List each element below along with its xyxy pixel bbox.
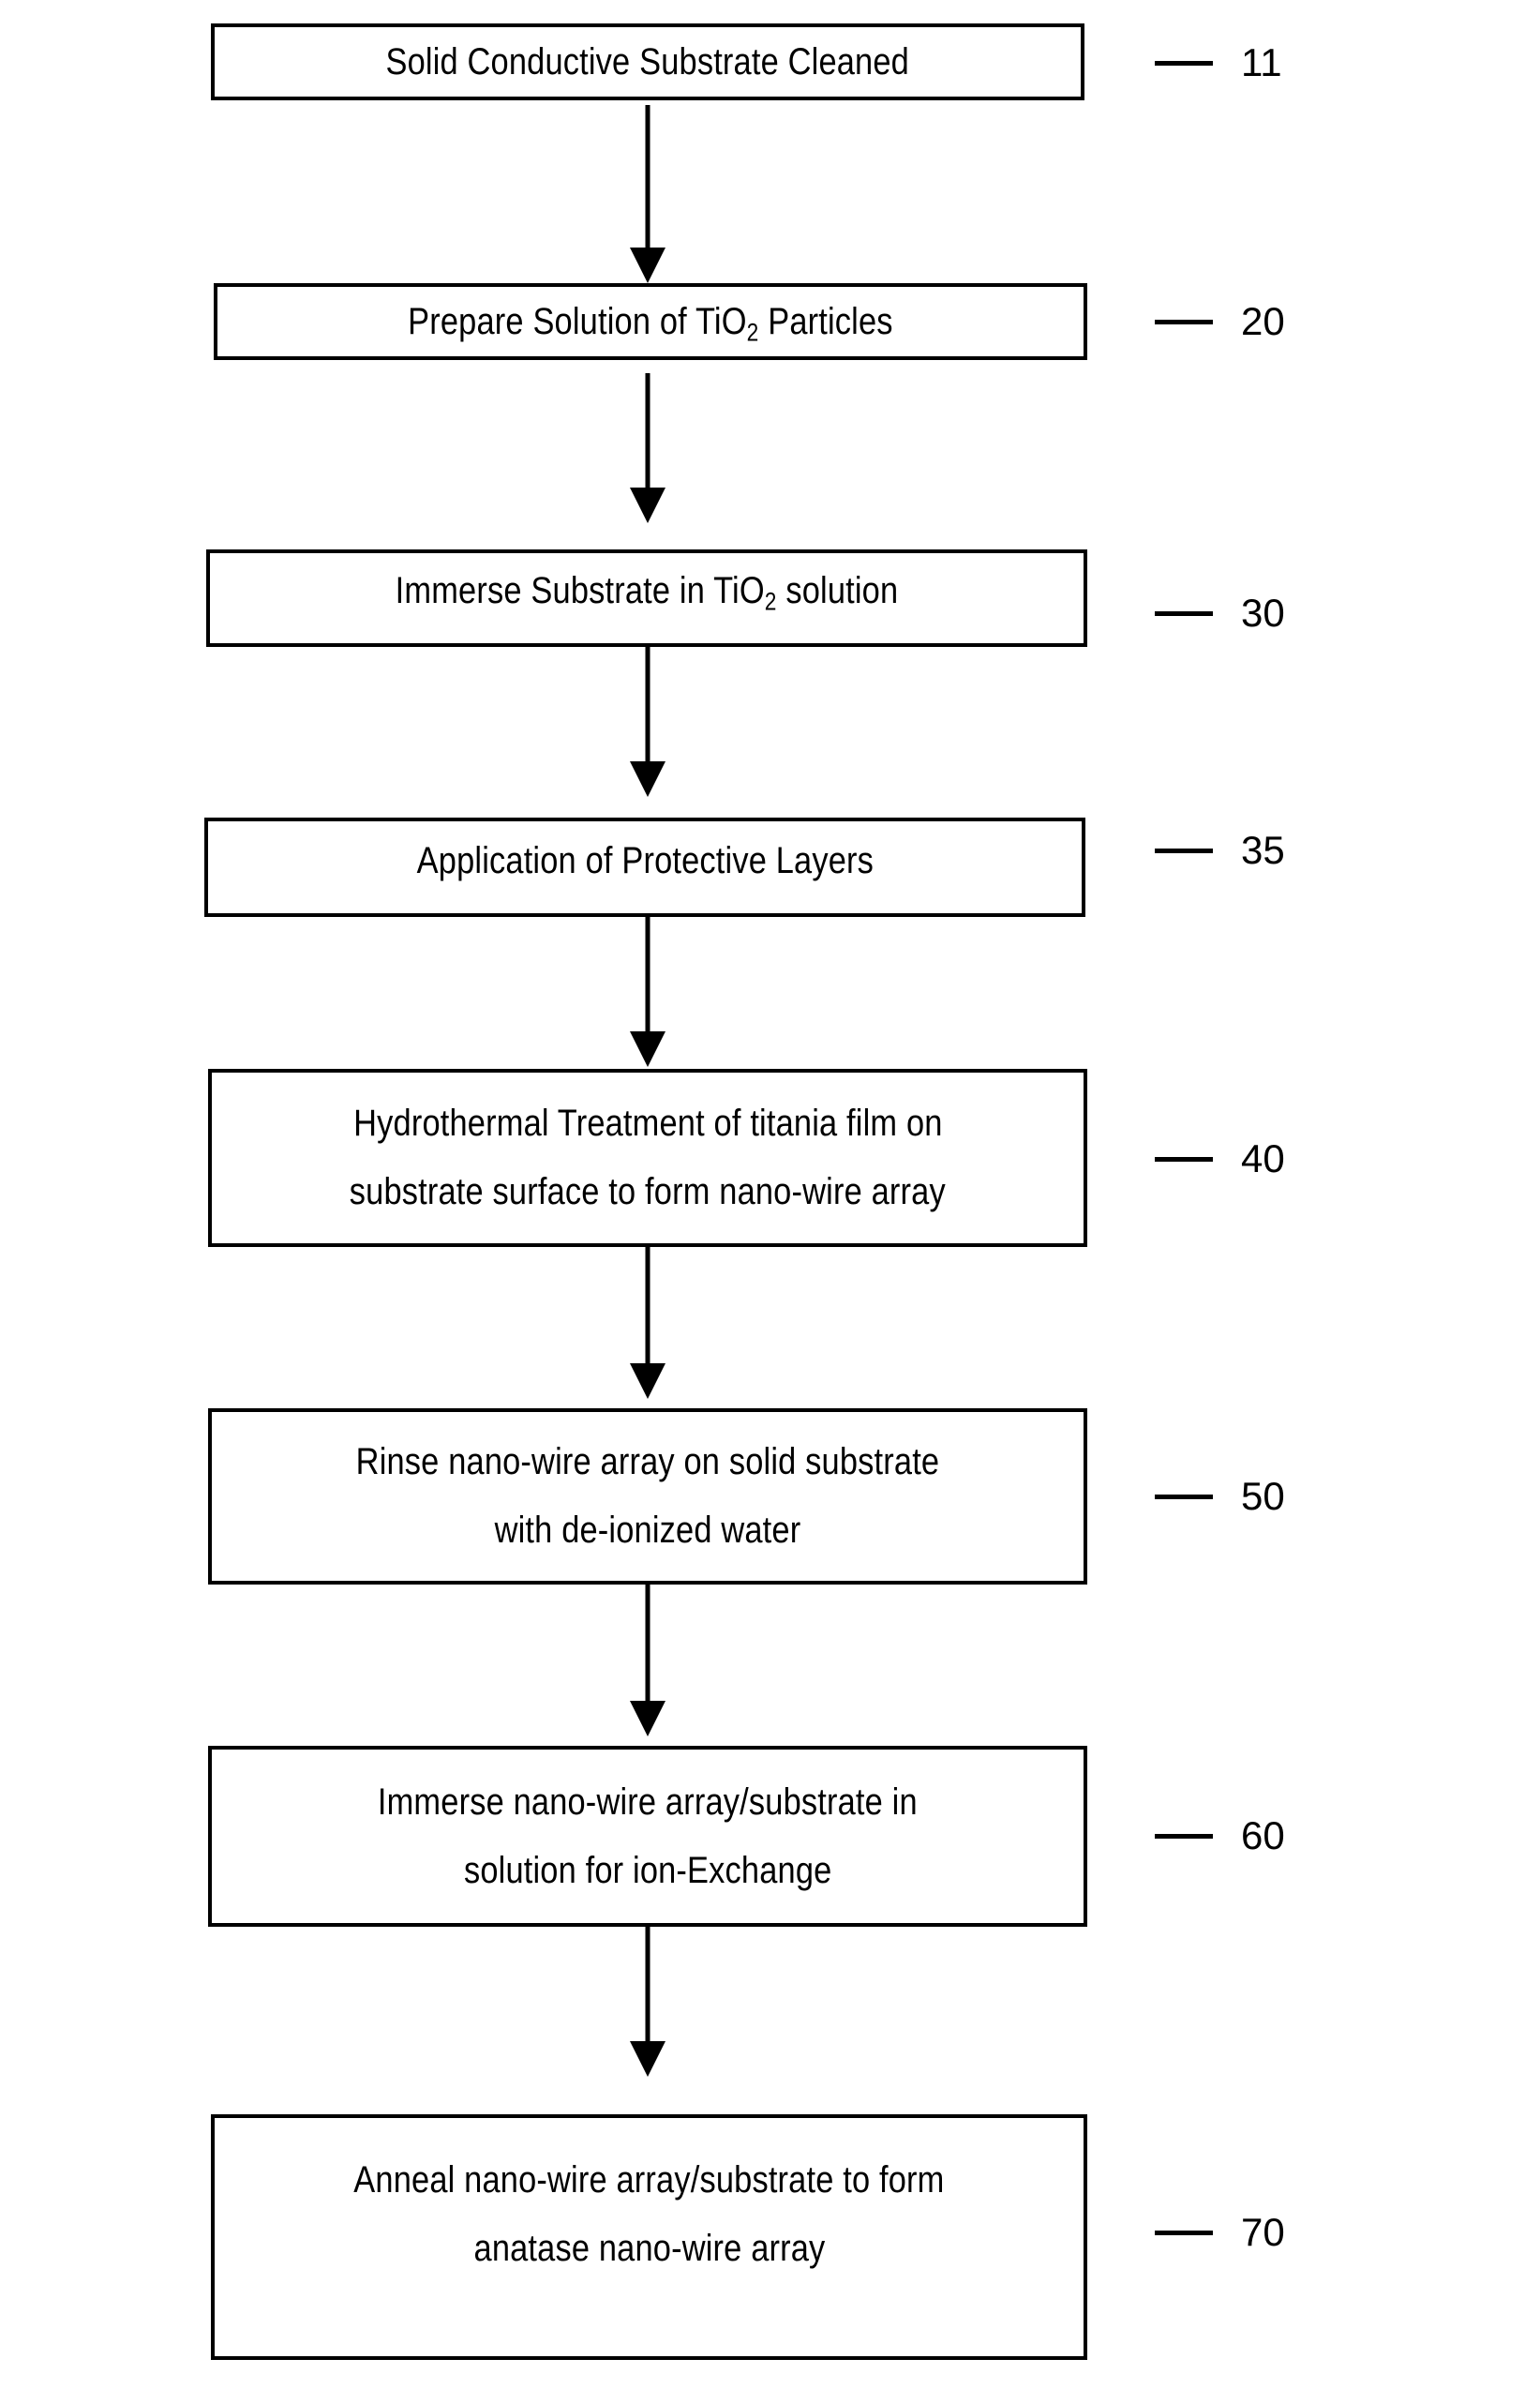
process-box-label-line-1: Hydrothermal Treatment of titania film o… xyxy=(352,1103,943,1145)
process-box-label-pre: Prepare Solution of TiO xyxy=(408,300,747,342)
process-box-step-8: Anneal nano-wire array/substrate to form… xyxy=(211,2114,1087,2360)
reference-numeral-70: 70 xyxy=(1155,2213,1285,2252)
flowchart-diagram: Solid Conductive Substrate Cleaned 11 Pr… xyxy=(0,0,1540,2389)
process-box-label-line-1: Immerse nano-wire array/substrate in xyxy=(378,1780,918,1823)
reference-number: 40 xyxy=(1241,1136,1285,1180)
leader-line-icon xyxy=(1155,1156,1213,1162)
process-box-label-line-1: Rinse nano-wire array on solid substrate xyxy=(355,1441,940,1483)
leader-line-icon xyxy=(1155,610,1213,616)
reference-numeral-30: 30 xyxy=(1155,593,1285,633)
leader-line-icon xyxy=(1155,1833,1213,1839)
process-box-step-2: Prepare Solution of TiO2 Particles xyxy=(214,283,1087,360)
leader-line-icon xyxy=(1155,319,1213,324)
reference-numeral-50: 50 xyxy=(1155,1477,1285,1516)
leader-line-icon xyxy=(1155,1494,1213,1499)
process-box-label-subscript: 2 xyxy=(746,317,759,346)
leader-line-icon xyxy=(1155,60,1213,66)
process-box-label: Application of Protective Layers xyxy=(416,839,874,881)
process-box-label-line-2: substrate surface to form nano-wire arra… xyxy=(349,1171,947,1212)
reference-number: 35 xyxy=(1241,828,1285,872)
process-box-step-3: Immerse Substrate in TiO2 solution xyxy=(206,549,1087,647)
process-box-label-line-2: with de-ionized water xyxy=(494,1510,801,1551)
reference-number: 70 xyxy=(1241,2210,1285,2254)
leader-line-icon xyxy=(1155,848,1213,853)
reference-numeral-40: 40 xyxy=(1155,1139,1285,1179)
reference-number: 60 xyxy=(1241,1813,1285,1857)
leader-line-icon xyxy=(1155,2230,1213,2235)
process-box-label-post: solution xyxy=(776,569,899,611)
process-box-label: Immerse Substrate in TiO2 solution xyxy=(396,564,899,618)
reference-numeral-11: 11 xyxy=(1155,43,1282,83)
reference-number: 20 xyxy=(1241,299,1285,343)
process-box-step-4: Application of Protective Layers xyxy=(204,818,1085,917)
process-box-step-1: Solid Conductive Substrate Cleaned xyxy=(211,23,1084,100)
process-box-label-line-1: Anneal nano-wire array/substrate to form xyxy=(353,2159,945,2201)
reference-number: 11 xyxy=(1241,40,1282,84)
process-box-label-line-2: solution for ion-Exchange xyxy=(463,1849,832,1891)
process-box-step-6: Rinse nano-wire array on solid substrate… xyxy=(208,1408,1087,1585)
process-box-label: Prepare Solution of TiO2 Particles xyxy=(408,295,893,349)
process-box-label-subscript: 2 xyxy=(764,586,777,615)
reference-numeral-60: 60 xyxy=(1155,1816,1285,1856)
reference-number: 50 xyxy=(1241,1474,1285,1518)
reference-number: 30 xyxy=(1241,591,1285,635)
reference-numeral-35: 35 xyxy=(1155,831,1285,870)
process-box-label: Solid Conductive Substrate Cleaned xyxy=(385,40,910,83)
process-box-label-pre: Immerse Substrate in TiO xyxy=(395,569,765,611)
process-box-label-post: Particles xyxy=(758,300,893,342)
process-box-label-line-2: anatase nano-wire array xyxy=(473,2227,825,2269)
process-box-step-7: Immerse nano-wire array/substrate in sol… xyxy=(208,1746,1087,1927)
process-box-step-5: Hydrothermal Treatment of titania film o… xyxy=(208,1069,1087,1247)
reference-numeral-20: 20 xyxy=(1155,302,1285,341)
